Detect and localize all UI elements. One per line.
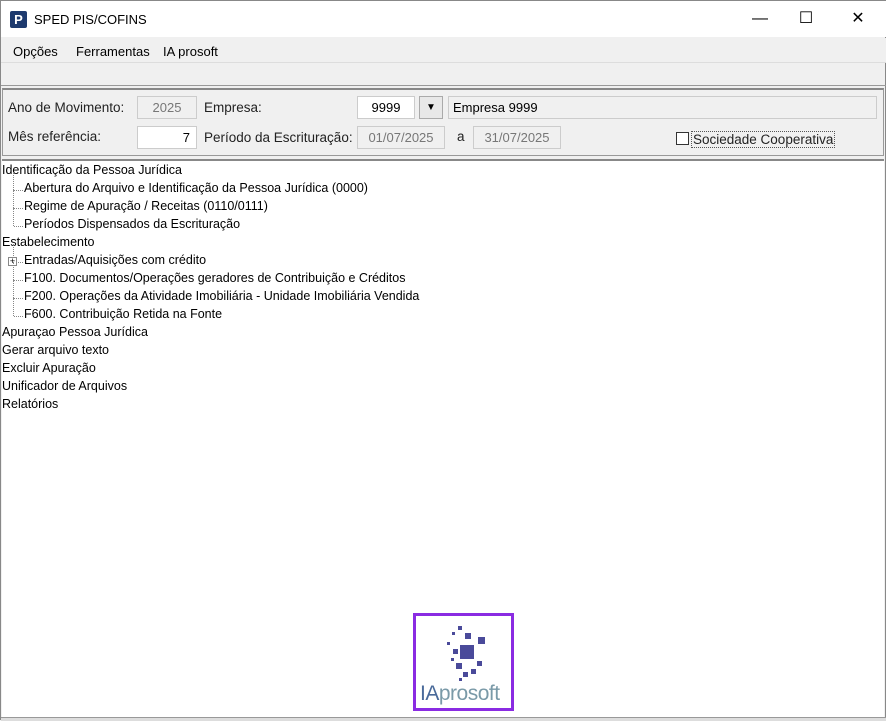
tree-item[interactable]: Excluir Apuração: [2, 361, 96, 375]
tree-connector: [14, 316, 23, 317]
tree-connector: [14, 298, 23, 299]
chevron-down-icon: ▼: [426, 102, 436, 113]
toolbar: [1, 62, 886, 86]
minimize-button[interactable]: —: [737, 1, 783, 37]
tree-item[interactable]: Gerar arquivo texto: [2, 343, 109, 357]
tree-item[interactable]: F200. Operações da Atividade Imobiliária…: [24, 289, 419, 303]
periodo-separator: a: [457, 129, 465, 144]
tree-connector: [13, 208, 14, 226]
periodo-label: Período da Escrituração:: [204, 130, 353, 145]
iaprosoft-logo: IAprosoft: [413, 613, 514, 711]
tree-connector: [13, 262, 14, 280]
tree-item[interactable]: F600. Contribuição Retida na Fonte: [24, 307, 222, 321]
tree-connector: [13, 190, 14, 208]
tree-connector: [13, 280, 14, 298]
tree-item[interactable]: Identificação da Pessoa Jurídica: [2, 163, 182, 177]
tree-connector: [14, 226, 23, 227]
window-title: SPED PIS/COFINS: [34, 12, 147, 27]
tree-item[interactable]: F100. Documentos/Operações geradores de …: [24, 271, 405, 285]
tree-connector: [13, 298, 14, 316]
tree-item[interactable]: Regime de Apuração / Receitas (0110/0111…: [24, 199, 268, 213]
tree-item[interactable]: Entradas/Aquisições com crédito: [24, 253, 206, 267]
logo-text: IAprosoft: [420, 682, 500, 706]
tree-connector: [14, 208, 23, 209]
periodo-fim-input[interactable]: 31/07/2025: [473, 126, 561, 149]
tree-item[interactable]: Apuraçao Pessoa Jurídica: [2, 325, 148, 339]
app-icon: P: [10, 11, 27, 28]
status-bar: [1, 717, 886, 721]
network-logo-icon: [447, 626, 485, 681]
ano-input[interactable]: 2025: [137, 96, 197, 119]
empresa-name-field: Empresa 9999: [448, 96, 877, 119]
cooperativa-checkbox[interactable]: [676, 132, 689, 145]
menu-ia-prosoft[interactable]: IA prosoft: [163, 44, 218, 59]
empresa-dropdown-button[interactable]: ▼: [419, 96, 443, 119]
periodo-inicio-input[interactable]: 01/07/2025: [357, 126, 445, 149]
tree-item[interactable]: Abertura do Arquivo e Identificação da P…: [24, 181, 368, 195]
empresa-code-input[interactable]: 9999: [357, 96, 415, 119]
logo-text-rest: prosoft: [438, 682, 500, 705]
tree-item[interactable]: Estabelecimento: [2, 235, 94, 249]
cooperativa-label[interactable]: Sociedade Cooperativa: [691, 131, 836, 148]
empresa-label: Empresa:: [204, 100, 262, 115]
menu-opcoes[interactable]: Opções: [13, 44, 58, 59]
tree-connector: [14, 280, 23, 281]
tree-connector: [13, 172, 14, 190]
ano-label: Ano de Movimento:: [8, 100, 125, 115]
tree-connector: [14, 190, 23, 191]
close-button[interactable]: ✕: [835, 1, 881, 37]
tree-item[interactable]: Períodos Dispensados da Escrituração: [24, 217, 240, 231]
mes-label: Mês referência:: [8, 129, 102, 144]
tree-item[interactable]: Unificador de Arquivos: [2, 379, 127, 393]
tree-item[interactable]: Relatórios: [2, 397, 58, 411]
menu-ferramentas[interactable]: Ferramentas: [76, 44, 150, 59]
logo-text-ia: IA: [420, 682, 439, 705]
maximize-button[interactable]: ☐: [783, 1, 829, 37]
mes-input[interactable]: 7: [137, 126, 197, 149]
